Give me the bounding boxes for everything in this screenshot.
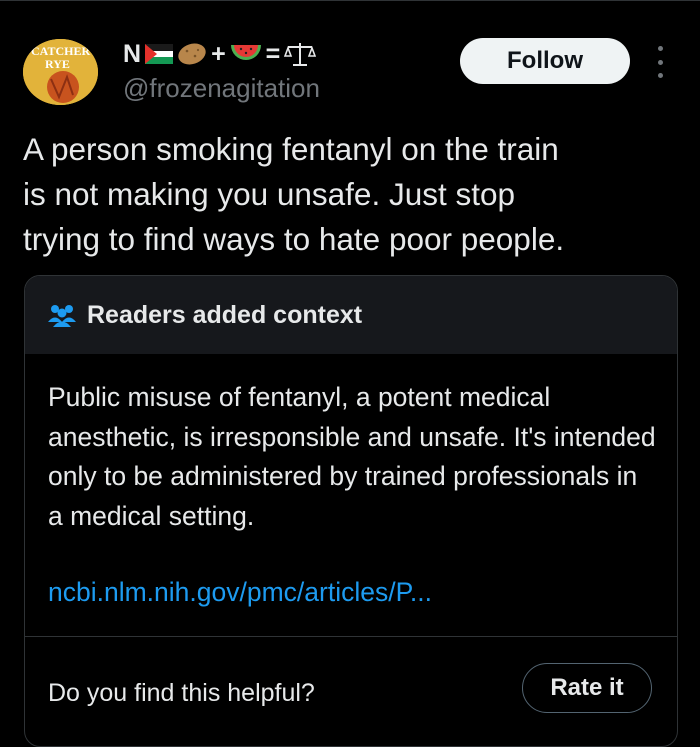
scales-icon	[284, 43, 317, 66]
avatar-text-line1: CATCHER	[31, 44, 90, 58]
people-icon	[48, 305, 76, 327]
avatar[interactable]: CATCHER RYE	[23, 39, 98, 105]
helpful-prompt: Do you find this helpful?	[48, 679, 315, 707]
community-note-card: Readers added context Public misuse of f…	[24, 275, 678, 747]
source-link[interactable]: ncbi.nlm.nih.gov/pmc/articles/P...	[48, 574, 432, 610]
community-note-title: Readers added context	[87, 301, 363, 329]
display-name[interactable]: N + =	[123, 38, 317, 70]
equals-symbol: =	[265, 40, 281, 68]
potato-icon	[178, 43, 206, 65]
community-note-header: Readers added context	[25, 276, 677, 354]
top-separator	[0, 0, 700, 1]
avatar-image: CATCHER RYE	[23, 39, 98, 105]
community-note-body: Public misuse of fentanyl, a potent medi…	[48, 382, 656, 531]
rate-it-button[interactable]: Rate it	[522, 663, 652, 713]
more-options-icon[interactable]	[652, 46, 668, 78]
watermelon-icon	[230, 45, 261, 60]
card-divider	[25, 636, 677, 637]
display-name-initial: N	[123, 40, 142, 68]
palestine-flag-icon	[145, 44, 174, 64]
tweet-text: A person smoking fentanyl on the train i…	[23, 131, 565, 257]
plus-symbol: +	[211, 40, 226, 68]
user-handle[interactable]: @frozenagitation	[123, 72, 320, 104]
avatar-text-line2: RYE	[45, 57, 70, 71]
follow-button[interactable]: Follow	[460, 38, 630, 84]
